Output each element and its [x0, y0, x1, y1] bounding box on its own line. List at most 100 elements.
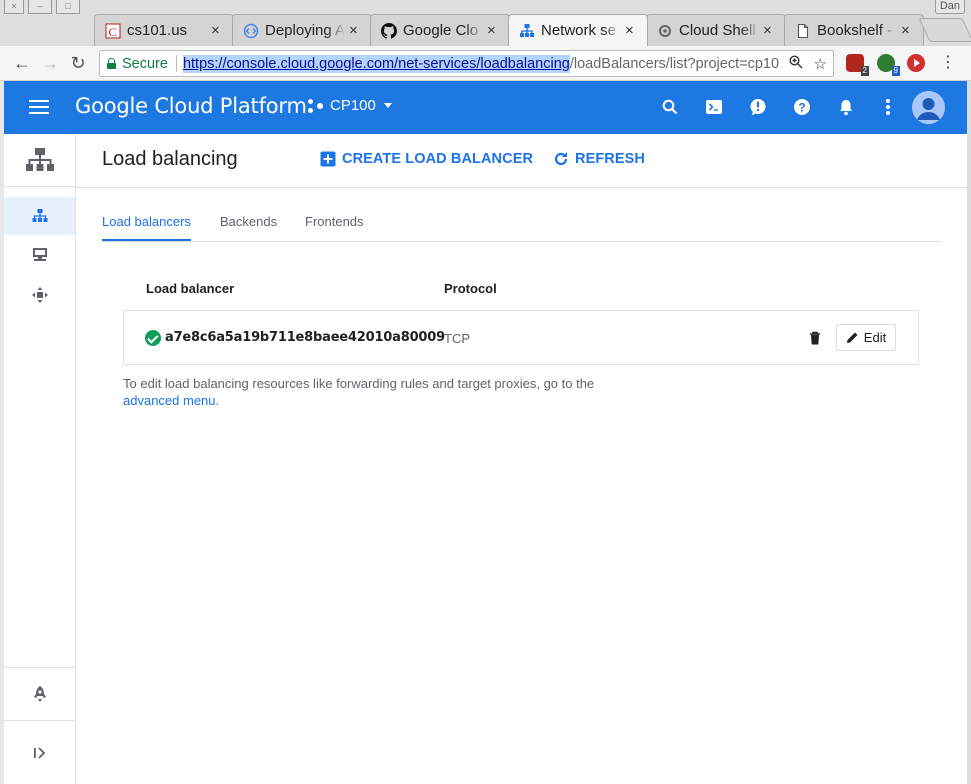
lock-icon — [107, 58, 116, 69]
sidebar-item-cloud-cdn[interactable] — [4, 236, 75, 274]
main-content: Load balancing CREATE LOAD BALANCER REFR… — [76, 134, 967, 784]
expand-sidebar-icon[interactable] — [4, 720, 75, 784]
extension-badge: 2 — [860, 66, 869, 76]
refresh-button[interactable]: REFRESH — [553, 151, 645, 167]
dns-icon — [31, 287, 48, 303]
green-extension-icon[interactable]: 9 — [877, 54, 900, 76]
create-load-balancer-button[interactable]: CREATE LOAD BALANCER — [320, 151, 533, 167]
load-balancing-icon — [32, 209, 47, 222]
url-remaining-text[interactable]: /loadBalancers/list?project=cp10 — [570, 56, 779, 72]
network-services-product-icon[interactable] — [4, 134, 75, 187]
refresh-icon — [554, 152, 568, 166]
column-header-protocol[interactable]: Protocol — [444, 281, 497, 296]
network-services-icon — [519, 23, 535, 39]
table-row[interactable]: a7e8c6a5a19b711e8baee42010a80009 TCP Edi… — [123, 310, 919, 365]
refresh-label: REFRESH — [575, 151, 645, 167]
maximize-window-button[interactable]: □ — [56, 0, 80, 14]
reload-icon[interactable]: ↻ — [67, 52, 89, 74]
tab-title: Cloud Shell — [679, 22, 756, 39]
project-name: CP100 — [330, 97, 376, 114]
tab-close-icon[interactable]: × — [487, 22, 501, 39]
search-icon[interactable] — [660, 97, 680, 117]
column-header-load-balancer[interactable]: Load balancer — [146, 281, 234, 296]
window-edge — [967, 81, 971, 784]
chevron-down-icon — [383, 103, 392, 108]
forward-arrow-icon[interactable]: → — [39, 52, 61, 74]
project-selector[interactable]: CP100 — [308, 97, 392, 114]
code-favicon-icon — [243, 23, 259, 39]
tab-close-icon[interactable]: × — [349, 22, 363, 39]
new-tab-button[interactable] — [918, 18, 971, 42]
page-title: Load balancing — [102, 148, 238, 170]
sidebar-item-load-balancing[interactable] — [4, 197, 75, 235]
tab-title: Google Clo — [403, 22, 479, 39]
feedback-icon[interactable] — [748, 97, 768, 117]
red-play-extension-icon[interactable] — [907, 54, 925, 72]
minimize-window-button[interactable]: – — [28, 0, 52, 14]
cloud-shell-icon — [657, 23, 673, 39]
tab-strip: × – □ Dan C cs101.us × Deploying A × Goo… — [0, 0, 971, 46]
svg-text:?: ? — [798, 101, 805, 115]
browser-window: × – □ Dan C cs101.us × Deploying A × Goo… — [0, 0, 971, 784]
browser-tab-cs101[interactable]: C cs101.us × — [94, 14, 234, 46]
pencil-icon — [846, 332, 858, 343]
add-box-icon — [320, 151, 336, 167]
browser-tab-cloud-shell[interactable]: Cloud Shell × — [646, 14, 786, 46]
browser-tab-deploying[interactable]: Deploying A × — [232, 14, 372, 46]
more-vert-icon[interactable] — [878, 97, 898, 117]
profile-button[interactable]: Dan — [934, 0, 965, 14]
delete-icon[interactable] — [807, 330, 823, 346]
address-bar[interactable]: Secure https://console.cloud.google.com/… — [99, 50, 834, 77]
browser-tab-bookshelf[interactable]: Bookshelf - × — [784, 14, 924, 46]
svg-text:C: C — [109, 25, 117, 39]
omnibox-divider — [175, 55, 177, 72]
header-divider — [76, 187, 967, 188]
help-icon[interactable]: ? — [792, 97, 812, 117]
bookmark-star-icon[interactable]: ☆ — [814, 51, 827, 76]
close-window-button[interactable]: × — [4, 0, 24, 14]
user-avatar[interactable] — [912, 91, 945, 124]
cloud-shell-terminal-icon[interactable] — [704, 97, 724, 117]
edit-label: Edit — [863, 330, 887, 345]
product-sidebar — [4, 134, 76, 784]
page-icon — [795, 23, 811, 39]
tab-close-icon[interactable]: × — [211, 22, 225, 39]
tab-backends[interactable]: Backends — [220, 214, 277, 241]
back-arrow-icon[interactable]: ← — [11, 52, 33, 74]
cdn-icon — [32, 248, 47, 261]
browser-tab-network-services[interactable]: Network se × — [508, 14, 648, 46]
gcp-header: Google Cloud Platform CP100 ? — [4, 81, 967, 134]
tab-load-balancers[interactable]: Load balancers — [102, 214, 191, 241]
help-note: To edit load balancing resources like fo… — [123, 375, 603, 409]
browser-tab-github[interactable]: Google Clo × — [370, 14, 510, 46]
hamburger-menu-icon[interactable] — [29, 100, 49, 114]
tab-title: cs101.us — [127, 22, 188, 39]
secure-label: Secure — [122, 55, 168, 72]
github-icon — [381, 22, 397, 39]
protocol-value: TCP — [444, 331, 470, 346]
tab-close-icon[interactable]: × — [763, 22, 777, 39]
tab-title: Deploying A — [265, 22, 345, 39]
load-balancer-name-link[interactable]: a7e8c6a5a19b711e8baee42010a80009 — [165, 330, 445, 345]
note-text: To edit load balancing resources like fo… — [123, 376, 595, 391]
create-label: CREATE LOAD BALANCER — [342, 151, 534, 167]
ublock-extension-icon[interactable]: 2 — [846, 54, 869, 76]
marketplace-icon[interactable] — [4, 667, 75, 719]
tab-title: Bookshelf - — [817, 22, 893, 39]
tab-close-icon[interactable]: × — [901, 22, 915, 39]
tab-title: Network se — [541, 22, 617, 39]
browser-menu-icon[interactable]: ⋮ — [937, 52, 959, 74]
tab-frontends[interactable]: Frontends — [305, 214, 364, 241]
cs101-favicon-icon: C — [105, 23, 121, 39]
advanced-menu-link[interactable]: advanced menu — [123, 393, 216, 408]
sidebar-item-cloud-dns[interactable] — [4, 276, 75, 314]
note-end: . — [215, 393, 220, 408]
zoom-icon[interactable] — [789, 51, 803, 76]
url-selected-text[interactable]: https://console.cloud.google.com/net-ser… — [182, 54, 570, 73]
gcp-logo-title[interactable]: Google Cloud Platform — [75, 94, 307, 118]
tab-close-icon[interactable]: × — [625, 22, 639, 39]
extension-badge: 9 — [891, 66, 900, 76]
notifications-bell-icon[interactable] — [836, 97, 856, 117]
project-dots-icon — [308, 98, 324, 113]
edit-button[interactable]: Edit — [836, 324, 896, 351]
